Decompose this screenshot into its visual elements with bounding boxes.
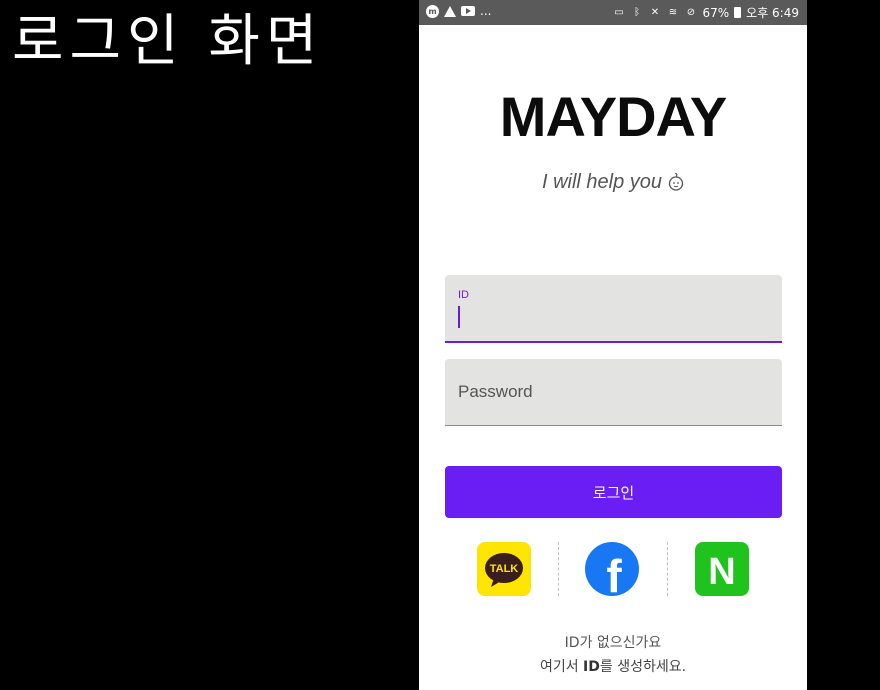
cast-icon: ▭ (614, 7, 624, 18)
mute-icon: ✕ (650, 7, 660, 18)
tagline-text: I will help you (541, 171, 663, 193)
kakao-talk-text: TALK (490, 563, 519, 575)
status-bar: m ... ▭ ᛒ ✕ ≋ ⊘ 67% 오후 6:49 (419, 0, 807, 25)
youtube-icon (461, 6, 475, 16)
signup-prefix: 여기서 (539, 659, 584, 675)
kakao-talk-icon: TALK (485, 553, 523, 587)
phone-screen: m ... ▭ ᛒ ✕ ≋ ⊘ 67% 오후 6:49 MAYDAY I wil… (419, 0, 807, 690)
kakao-login-button[interactable]: TALK (477, 542, 531, 596)
messenger-icon: m (426, 4, 439, 18)
facebook-login-button[interactable]: f (585, 542, 639, 602)
text-cursor (458, 306, 460, 328)
login-button[interactable]: 로그인 (445, 466, 782, 518)
signup-suffix: 를 생성하세요. (599, 659, 687, 675)
id-input[interactable]: ID (445, 275, 782, 343)
clock: 오후 6:49 (746, 6, 799, 20)
naver-letter: N (708, 551, 735, 593)
tagline: I will help you (419, 171, 807, 194)
app-logo: MAYDAY (499, 85, 727, 148)
password-placeholder: Password (458, 382, 533, 401)
battery-icon (734, 7, 742, 18)
divider (558, 542, 559, 596)
signup-question: ID가 없으신가요 (564, 635, 662, 651)
battery-percent: 67% (702, 5, 730, 20)
do-not-disturb-icon: ⊘ (686, 7, 696, 18)
facebook-icon: f (606, 550, 622, 602)
naver-login-button[interactable]: N (695, 542, 749, 596)
video-caption: 로그인 화면 (12, 9, 324, 74)
more-notifications: ... (480, 4, 492, 18)
signup-emphasis: ID (583, 659, 600, 675)
emoji-icon (668, 172, 684, 191)
bluetooth-icon: ᛒ (633, 7, 640, 18)
wifi-icon: ≋ (668, 7, 678, 18)
naver-icon: N (708, 551, 735, 593)
warning-icon (444, 5, 456, 17)
id-field-label: ID (458, 289, 469, 301)
signup-link[interactable]: 여기서 ID를 생성하세요. (419, 656, 807, 676)
divider (667, 542, 668, 596)
password-input[interactable]: Password (445, 359, 782, 426)
facebook-letter: f (606, 550, 622, 596)
